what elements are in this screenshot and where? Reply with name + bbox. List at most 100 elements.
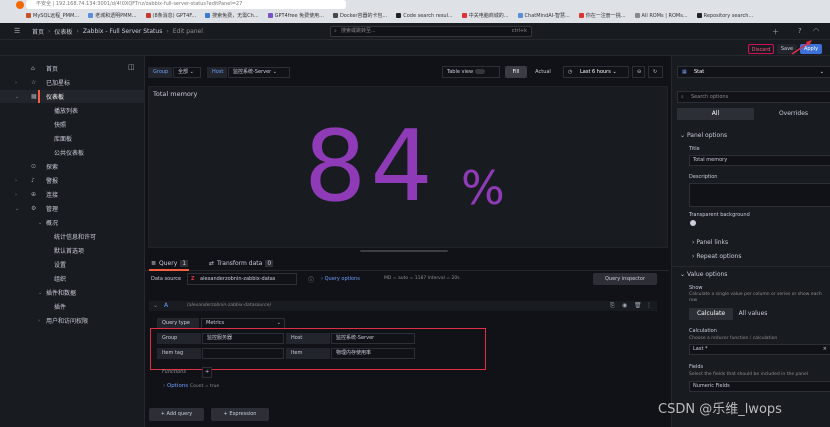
bookmark[interactable]: ChatMindAI-智慧... bbox=[517, 12, 570, 19]
sidebar-item-dashboards[interactable]: ⌄ ▦ 仪表板 bbox=[0, 90, 145, 103]
stat-icon: ▦ bbox=[682, 69, 687, 75]
fields-select[interactable]: Numeric Fields bbox=[689, 381, 830, 392]
description-input[interactable] bbox=[689, 183, 830, 207]
search-options-input[interactable]: ⌕ Search options bbox=[677, 91, 830, 103]
sidebar-item-plugins-data[interactable]: ⌄ 插件和数据 bbox=[0, 286, 145, 299]
sidebar-item-alerting[interactable]: › ♪ 警报 bbox=[0, 174, 145, 187]
sidebar-item-connections[interactable]: › ⊕ 连接 bbox=[0, 188, 145, 201]
breadcrumb-dashboard[interactable]: Zabbix - Full Server Status bbox=[83, 28, 162, 35]
bookmark[interactable]: Docker容器的卡包... bbox=[332, 12, 387, 19]
query-row-header[interactable]: ⌄ A (alexanderzobnin-zabbix-datasource) … bbox=[149, 301, 657, 311]
tab-all[interactable]: All bbox=[677, 108, 754, 120]
eye-icon[interactable]: ◉ bbox=[622, 302, 627, 309]
transform-icon: ⇄ bbox=[209, 260, 215, 267]
drag-handle-icon[interactable]: ⋮ bbox=[646, 302, 652, 309]
query-options-meta: MD = auto = 1187 Interval = 20s bbox=[384, 276, 460, 281]
expression-button[interactable]: + Expression bbox=[211, 408, 269, 421]
bookmark[interactable]: 中关电脑商城的... bbox=[461, 12, 509, 19]
bookmark[interactable]: All ROMs | ROMs... bbox=[634, 13, 688, 19]
close-icon[interactable]: × bbox=[823, 345, 827, 354]
query-datasource-name: (alexanderzobnin-zabbix-datasource) bbox=[187, 303, 272, 308]
sidebar-item-general[interactable]: ⌄ 概况 bbox=[0, 216, 145, 229]
rss-icon[interactable]: ◠ bbox=[813, 27, 819, 35]
help-icon[interactable]: ? bbox=[798, 27, 802, 35]
sidebar-item-home[interactable]: ⌂ 首页 bbox=[0, 62, 145, 75]
tab-transform[interactable]: ⇄ Transform data 0 bbox=[209, 260, 274, 267]
tab-query[interactable]: ≣ Query 1 bbox=[151, 260, 189, 267]
sidebar-item-organizations[interactable]: 组织 bbox=[0, 272, 145, 285]
menu-icon[interactable]: ☰ bbox=[14, 27, 20, 35]
table-view-toggle[interactable]: Table view bbox=[442, 66, 500, 78]
sidebar-item-snapshots[interactable]: 快照 bbox=[0, 118, 145, 131]
edit-toolbar: Discard Save Apply bbox=[0, 40, 830, 56]
sidebar-item-administration[interactable]: ⌄ ⚙ 管理 bbox=[0, 202, 145, 215]
sidebar-item-starred[interactable]: › ☆ 已加星标 bbox=[0, 76, 145, 89]
visualization-picker[interactable]: ▦ Stat ⌄ bbox=[677, 66, 830, 78]
duplicate-icon[interactable]: ⎘ bbox=[610, 302, 615, 310]
add-function-button[interactable]: + bbox=[202, 367, 212, 378]
bookmark-favicon-icon bbox=[461, 13, 467, 18]
options-toggle[interactable]: › Options Count = true bbox=[163, 383, 219, 389]
value-options-header[interactable]: ⌄ Value options bbox=[680, 271, 727, 278]
address-bar[interactable]: 不安全 | 192.168.74.134:3001/d/4!0XQFTnz/za… bbox=[26, 0, 346, 9]
bookmark[interactable]: 搜索免费，无需Ch... bbox=[205, 12, 259, 19]
datasource-picker[interactable]: Zalexanderzobnin-zabbix-datas bbox=[187, 273, 297, 285]
bookmark[interactable]: 你在一注册一挑... bbox=[578, 12, 626, 19]
breadcrumb-dashboards[interactable]: 仪表板 bbox=[54, 27, 72, 36]
search-icon: ⌕ bbox=[681, 94, 684, 100]
sidebar-item-plugins[interactable]: 插件 bbox=[0, 300, 145, 313]
panel-links-header[interactable]: › Panel links bbox=[692, 239, 728, 246]
trash-icon[interactable]: 🗑 bbox=[634, 302, 642, 309]
help-circle-icon[interactable]: ⓘ bbox=[308, 275, 314, 284]
sidebar-item-explore[interactable]: ⊙ 探索 bbox=[0, 160, 145, 173]
sidebar-item-default-preferences[interactable]: 默认首选项 bbox=[0, 244, 145, 257]
sidebar-item-users-access[interactable]: › 用户和访问权限 bbox=[0, 314, 145, 327]
sidebar-item-settings[interactable]: 设置 bbox=[0, 258, 145, 271]
stat-value: 84 bbox=[304, 110, 437, 224]
sidebar-item-library-panels[interactable]: 库面板 bbox=[0, 132, 145, 145]
bookmark[interactable]: Code search resul... bbox=[396, 13, 453, 19]
bookmark[interactable]: GPT4free 免费使用... bbox=[267, 12, 324, 19]
bookmark[interactable]: (8条消息) GPT4F... bbox=[145, 12, 196, 19]
sidebar-item-playlists[interactable]: 播放列表 bbox=[0, 104, 145, 117]
stat-unit: % bbox=[461, 161, 505, 215]
splitter-handle[interactable] bbox=[360, 250, 448, 252]
search-icon: ⌕ bbox=[334, 28, 337, 34]
repeat-options-header[interactable]: › Repeat options bbox=[692, 253, 741, 260]
title-input[interactable]: Total memory bbox=[689, 155, 830, 166]
time-range-picker[interactable]: ◷ Last 6 hours ⌄ bbox=[563, 66, 629, 78]
sidebar-item-public-dashboards[interactable]: 公共仪表板 bbox=[0, 146, 145, 159]
actual-button[interactable]: Actual bbox=[529, 66, 557, 78]
chevron-down-icon: ⌄ bbox=[612, 69, 617, 75]
apps-icon: ▦ bbox=[31, 93, 37, 100]
host-variable-select[interactable]: 监控系统-Server ⌄ bbox=[228, 67, 290, 78]
search-input[interactable]: ⌕ 搜索或跳转至... ctrl+k bbox=[330, 26, 532, 37]
bookmark[interactable]: Repository search... bbox=[696, 13, 753, 19]
calculation-select[interactable]: Last * × bbox=[689, 344, 830, 355]
bookmark[interactable]: MySQL远程_PMM... bbox=[26, 12, 79, 19]
bookmark-favicon-icon bbox=[267, 13, 273, 18]
breadcrumb-home[interactable]: 首页 bbox=[32, 27, 44, 36]
options-pane: ▦ Stat ⌄ ⌕ Search options All Overrides ⌄ P… bbox=[671, 56, 830, 427]
fill-button[interactable]: Fill bbox=[505, 66, 527, 78]
discard-button[interactable]: Discard bbox=[748, 44, 774, 54]
transparent-toggle[interactable] bbox=[690, 220, 696, 226]
refresh-icon[interactable]: ↻ bbox=[648, 66, 663, 78]
toggle-switch[interactable] bbox=[474, 69, 485, 74]
query-options-button[interactable]: › Query options bbox=[321, 276, 360, 282]
all-values-option[interactable]: All values bbox=[733, 308, 773, 320]
tab-overrides[interactable]: Overrides bbox=[756, 108, 830, 120]
query-inspector-button[interactable]: Query inspector bbox=[593, 273, 657, 285]
sidebar-item-stats-license[interactable]: 统计信息和许可 bbox=[0, 230, 145, 243]
add-query-button[interactable]: + Add query bbox=[149, 408, 204, 421]
calculate-option[interactable]: Calculate bbox=[689, 308, 733, 320]
group-variable-select[interactable]: 全部 ⌄ bbox=[173, 67, 201, 78]
bookmark[interactable]: 老城和透明PMM... bbox=[88, 12, 137, 19]
chevron-down-icon: ⌄ bbox=[15, 205, 20, 212]
plus-icon[interactable]: ＋ bbox=[772, 27, 779, 37]
chevron-down-icon: ⌄ bbox=[276, 320, 281, 326]
chevron-right-icon: › bbox=[166, 28, 169, 35]
zoom-out-icon[interactable]: ⊖ bbox=[632, 66, 645, 78]
panel-options-header[interactable]: ⌄ Panel options bbox=[680, 132, 727, 139]
bookmark-favicon-icon bbox=[88, 13, 94, 18]
